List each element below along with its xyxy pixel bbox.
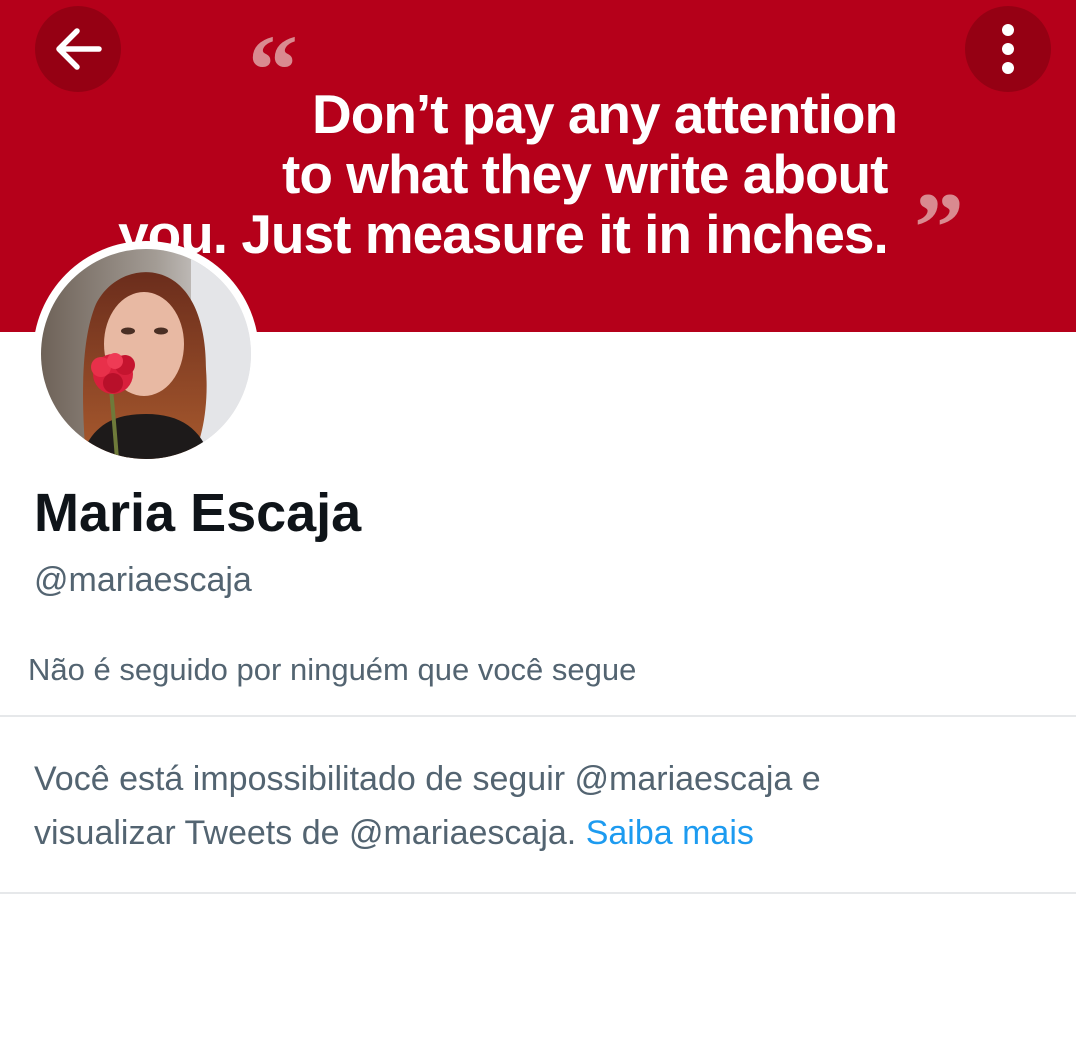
- back-button[interactable]: [35, 6, 121, 92]
- more-options-button[interactable]: [965, 6, 1051, 92]
- display-name: Maria Escaja: [34, 483, 362, 543]
- avatar-photo: [41, 249, 251, 459]
- banner-quote: Don’t pay any attention to what they wri…: [118, 84, 938, 264]
- blocked-notice: Você está impossibilitado de seguir @mar…: [34, 752, 1044, 860]
- followers-you-know-text: Não é seguido por ninguém que você segue: [28, 652, 637, 687]
- quote-close-mark: ”: [914, 172, 964, 283]
- banner-quote-line: to what they write about: [282, 143, 888, 205]
- learn-more-link[interactable]: Saiba mais: [586, 814, 754, 852]
- banner-quote-line: you. Just measure it in inches.: [118, 203, 889, 265]
- arrow-left-icon: [56, 28, 102, 70]
- avatar[interactable]: [33, 241, 259, 467]
- blocked-notice-text: visualizar Tweets de @mariaescaja.: [34, 814, 577, 852]
- more-vertical-icon: [1002, 24, 1014, 74]
- banner-quote-line: Don’t pay any attention: [312, 83, 898, 145]
- divider: [0, 892, 1076, 894]
- profile-page: “ Don’t pay any attention to what they w…: [0, 0, 1076, 1055]
- blocked-notice-line: Você está impossibilitado de seguir @mar…: [34, 760, 821, 798]
- user-handle: @mariaescaja: [34, 561, 252, 599]
- blocked-notice-line-2: visualizar Tweets de @mariaescaja. Saiba…: [34, 806, 1044, 860]
- divider: [0, 715, 1076, 717]
